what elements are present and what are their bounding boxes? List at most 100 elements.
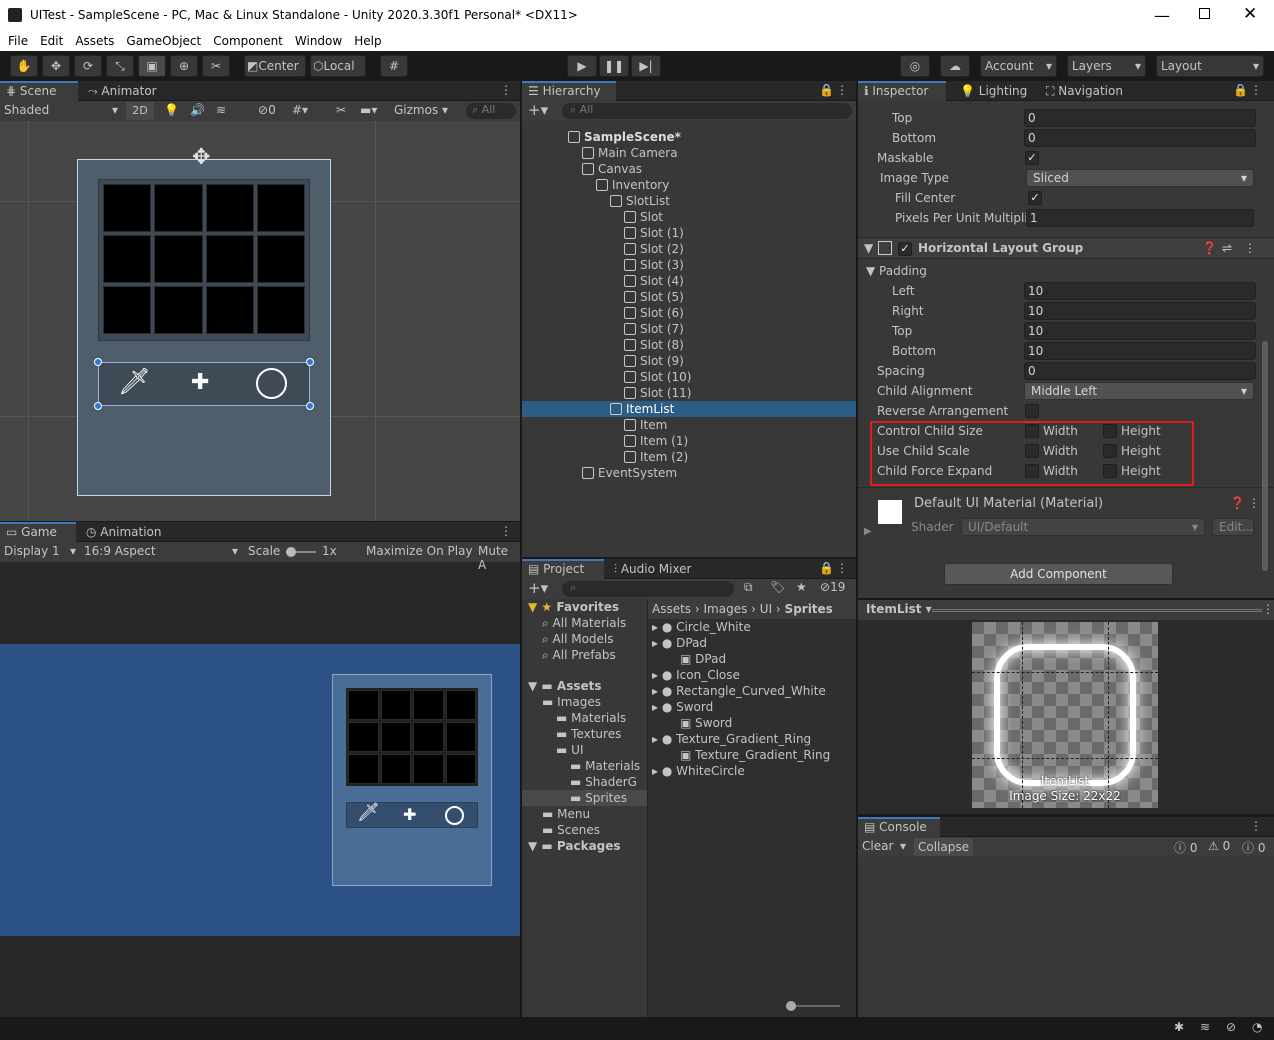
cache-icon[interactable]: ≋ — [1200, 1020, 1210, 1034]
clear-options-dropdown[interactable]: ▾ — [900, 839, 906, 853]
collapse-button[interactable]: Collapse — [914, 838, 973, 856]
hierarchy-item[interactable]: Main Camera — [522, 145, 856, 161]
ppu-field[interactable]: 1 — [1026, 209, 1254, 227]
menu-help[interactable]: Help — [354, 31, 381, 51]
auto-gen-icon[interactable]: ⊘ — [1226, 1020, 1236, 1034]
mode-2d-button[interactable]: 2D — [126, 102, 154, 120]
shader-edit-button[interactable]: Edit... — [1212, 518, 1254, 536]
hierarchy-item[interactable]: EventSystem — [522, 465, 856, 481]
rect-handle[interactable] — [94, 402, 102, 410]
tools-toggle-icon[interactable]: ✂ — [336, 103, 346, 117]
project-search-input[interactable]: ⌕ — [562, 581, 734, 597]
project-folder-item[interactable]: ▼ ▬ Assets — [522, 678, 647, 694]
hierarchy-item[interactable]: Slot — [522, 209, 856, 225]
breadcrumb-ui[interactable]: UI — [760, 602, 772, 616]
slot[interactable] — [205, 184, 254, 232]
project-folder-item[interactable]: ▬ Scenes — [522, 822, 647, 838]
minimize-icon[interactable]: — — [1154, 6, 1170, 25]
maskable-checkbox[interactable]: ✓ — [1025, 151, 1039, 165]
hierarchy-menu-icon[interactable]: ⋮ — [836, 83, 848, 97]
log-filter[interactable]: ⓘ 0 — [1242, 839, 1265, 856]
hierarchy-item[interactable]: Slot (7) — [522, 321, 856, 337]
hierarchy-item[interactable]: SlotList — [522, 193, 856, 209]
tab-scene[interactable]: ⋕ Scene — [0, 81, 78, 101]
slot[interactable] — [103, 184, 152, 232]
project-folder-item[interactable]: ⌕ All Materials — [522, 615, 647, 631]
padding-bottom-field[interactable]: 10 — [1024, 342, 1256, 360]
grid-snap-icon[interactable]: # — [380, 55, 408, 77]
hierarchy-item[interactable]: Slot (1) — [522, 225, 856, 241]
favorite-star-icon[interactable]: ★ — [796, 580, 807, 594]
project-folder-item[interactable]: ▼ ★ Favorites — [522, 599, 647, 615]
slot[interactable] — [103, 235, 152, 283]
hidden-objects-toggle[interactable]: ⊘0 — [258, 103, 276, 117]
child-alignment-dropdown[interactable]: Middle Left ▾ — [1024, 382, 1254, 400]
slot[interactable] — [103, 286, 152, 334]
hierarchy-item[interactable]: Slot (9) — [522, 353, 856, 369]
project-menu-icon[interactable]: ⋮ — [836, 561, 848, 575]
slot[interactable] — [154, 235, 203, 283]
breadcrumb-assets[interactable]: Assets — [652, 602, 691, 616]
shader-dropdown[interactable]: UI/Default ▾ — [961, 518, 1205, 536]
hierarchy-item[interactable]: Canvas — [522, 161, 856, 177]
project-folder-item[interactable]: ▬ Textures — [522, 726, 647, 742]
tab-audio-mixer[interactable]: ⫶ Audio Mixer — [608, 559, 708, 579]
asset-item[interactable]: ▸ ● DPad — [648, 635, 856, 651]
filter-label-icon[interactable]: 🏷 — [770, 580, 785, 594]
menu-edit[interactable]: Edit — [40, 31, 63, 51]
project-folder-item[interactable]: ▬ Materials — [522, 710, 647, 726]
clear-button[interactable]: Clear — [862, 839, 893, 853]
hierarchy-item[interactable]: Slot (4) — [522, 273, 856, 289]
tab-console[interactable]: ▤ Console — [858, 817, 940, 837]
hierarchy-item[interactable]: Item — [522, 417, 856, 433]
hierarchy-item[interactable]: Item (1) — [522, 433, 856, 449]
game-menu-icon[interactable]: ⋮ — [500, 524, 512, 538]
project-folder-item[interactable]: ⌕ All Models — [522, 631, 647, 647]
asset-item[interactable]: ▸ ● Icon_Close — [648, 667, 856, 683]
hierarchy-item[interactable]: Item (2) — [522, 449, 856, 465]
asset-item[interactable]: ▸ ● Circle_White — [648, 619, 856, 635]
slot[interactable] — [205, 235, 254, 283]
top-field[interactable]: 0 — [1024, 109, 1256, 127]
step-button[interactable]: ▶| — [631, 55, 661, 77]
display-dropdown[interactable]: Display 1 ▾ — [4, 544, 78, 558]
account-dropdown[interactable]: Account ▾ — [980, 55, 1057, 77]
padding-left-field[interactable]: 10 — [1024, 282, 1256, 300]
menu-file[interactable]: File — [8, 31, 28, 51]
create-button[interactable]: +▾ — [528, 579, 548, 597]
asset-item[interactable]: ▣ Sword — [648, 715, 856, 731]
slot[interactable] — [154, 286, 203, 334]
lock-icon[interactable]: 🔒 — [819, 83, 834, 97]
move-tool-icon[interactable]: ✥ — [42, 55, 70, 77]
scene-viewport[interactable]: ✥ 🗡 ✚ — [0, 121, 520, 521]
lock-icon[interactable]: 🔒 — [1233, 83, 1248, 97]
pivot-local-button[interactable]: ⬡Local — [310, 55, 366, 77]
project-folder-item[interactable]: ▬ UI — [522, 742, 647, 758]
asset-item[interactable]: ▣ DPad — [648, 651, 856, 667]
create-button[interactable]: +▾ — [528, 101, 548, 119]
hierarchy-item[interactable]: Slot (11) — [522, 385, 856, 401]
padding-foldout[interactable]: ▼ Padding — [866, 263, 927, 279]
hierarchy-item[interactable]: Slot (2) — [522, 241, 856, 257]
audio-toggle-icon[interactable]: 🔊 — [190, 103, 205, 117]
console-menu-icon[interactable]: ⋮ — [1250, 819, 1262, 833]
project-folder-item[interactable]: ⌕ All Prefabs — [522, 647, 647, 663]
spacing-field[interactable]: 0 — [1024, 362, 1256, 380]
game-viewport[interactable]: 🗡 ✚ — [0, 644, 520, 936]
tab-game[interactable]: ▭ Game — [0, 522, 76, 542]
tab-hierarchy[interactable]: ☰ Hierarchy — [522, 81, 616, 101]
project-folder-item[interactable]: ▬ ShaderG — [522, 774, 647, 790]
project-folder-item[interactable]: ▬ Materials — [522, 758, 647, 774]
scene-search-input[interactable]: ⌕ All — [466, 103, 516, 119]
help-icon[interactable]: ❓ — [1202, 241, 1217, 255]
material-foldout-icon[interactable]: ▶ — [864, 526, 872, 537]
image-type-dropdown[interactable]: Sliced ▾ — [1026, 169, 1254, 187]
hierarchy-item[interactable]: Slot (10) — [522, 369, 856, 385]
hidden-packages-toggle[interactable]: ⊘19 — [820, 580, 845, 594]
effects-toggle-icon[interactable]: ≋ — [216, 103, 226, 117]
hlg-enabled-checkbox[interactable]: ✓ — [898, 242, 912, 256]
reverse-arrangement-checkbox[interactable] — [1025, 404, 1039, 418]
rect-handle[interactable] — [94, 358, 102, 366]
asset-item[interactable]: ▸ ● WhiteCircle — [648, 763, 856, 779]
project-folder-item[interactable]: ▬ Menu — [522, 806, 647, 822]
